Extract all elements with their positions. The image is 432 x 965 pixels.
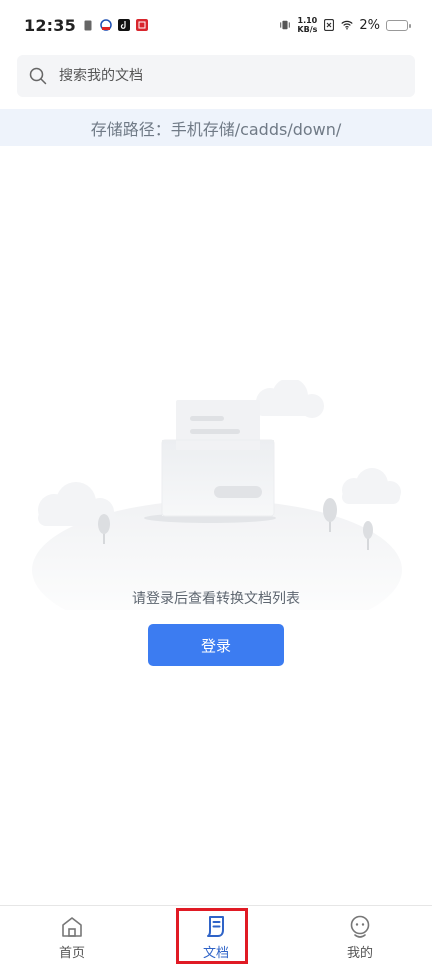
nav-item-profile[interactable]: 我的 bbox=[288, 906, 432, 965]
no-sim-icon bbox=[323, 19, 335, 31]
sim-card-icon bbox=[82, 19, 94, 31]
status-time: 12:35 bbox=[24, 15, 76, 35]
cloud-top-right bbox=[256, 380, 324, 418]
file-box bbox=[162, 440, 274, 516]
status-right: 1.10 KB/s 2% bbox=[279, 16, 411, 34]
nav-item-home[interactable]: 首页 bbox=[0, 906, 144, 965]
empty-state-message: 请登录后查看转换文档列表 bbox=[132, 591, 300, 607]
network-speed: 1.10 KB/s bbox=[297, 16, 317, 34]
bottom-nav: 首页 文档 我的 bbox=[0, 905, 432, 965]
nav-label-documents: 文档 bbox=[202, 946, 229, 961]
storage-path-banner: 存储路径：手机存储/cadds/down/ bbox=[0, 109, 432, 146]
cloud-right bbox=[342, 468, 401, 504]
empty-state-illustration bbox=[32, 380, 402, 610]
vibrate-icon bbox=[279, 19, 291, 31]
wifi-icon bbox=[341, 19, 354, 31]
battery-icon bbox=[386, 19, 411, 31]
red-app-icon bbox=[135, 19, 148, 31]
tiktok-icon bbox=[117, 19, 130, 31]
profile-icon bbox=[350, 915, 370, 938]
search-icon bbox=[29, 67, 47, 85]
battery-percent: 2% bbox=[359, 17, 380, 33]
nav-label-profile: 我的 bbox=[346, 946, 373, 961]
search-bar[interactable] bbox=[17, 55, 415, 97]
search-input[interactable] bbox=[57, 67, 381, 85]
nav-label-home: 首页 bbox=[58, 946, 85, 961]
login-button[interactable]: 登录 bbox=[148, 624, 284, 666]
network-speed-value: 1.10 bbox=[297, 16, 318, 25]
nav-item-documents[interactable]: 文档 bbox=[144, 906, 288, 965]
home-icon bbox=[62, 917, 82, 937]
status-bar: 12:35 1.10 KB/s 2% bbox=[0, 0, 432, 50]
network-speed-unit: KB/s bbox=[297, 25, 318, 34]
app-notification-icon bbox=[100, 19, 112, 31]
status-left: 12:35 bbox=[24, 16, 148, 35]
document-icon bbox=[207, 916, 224, 937]
